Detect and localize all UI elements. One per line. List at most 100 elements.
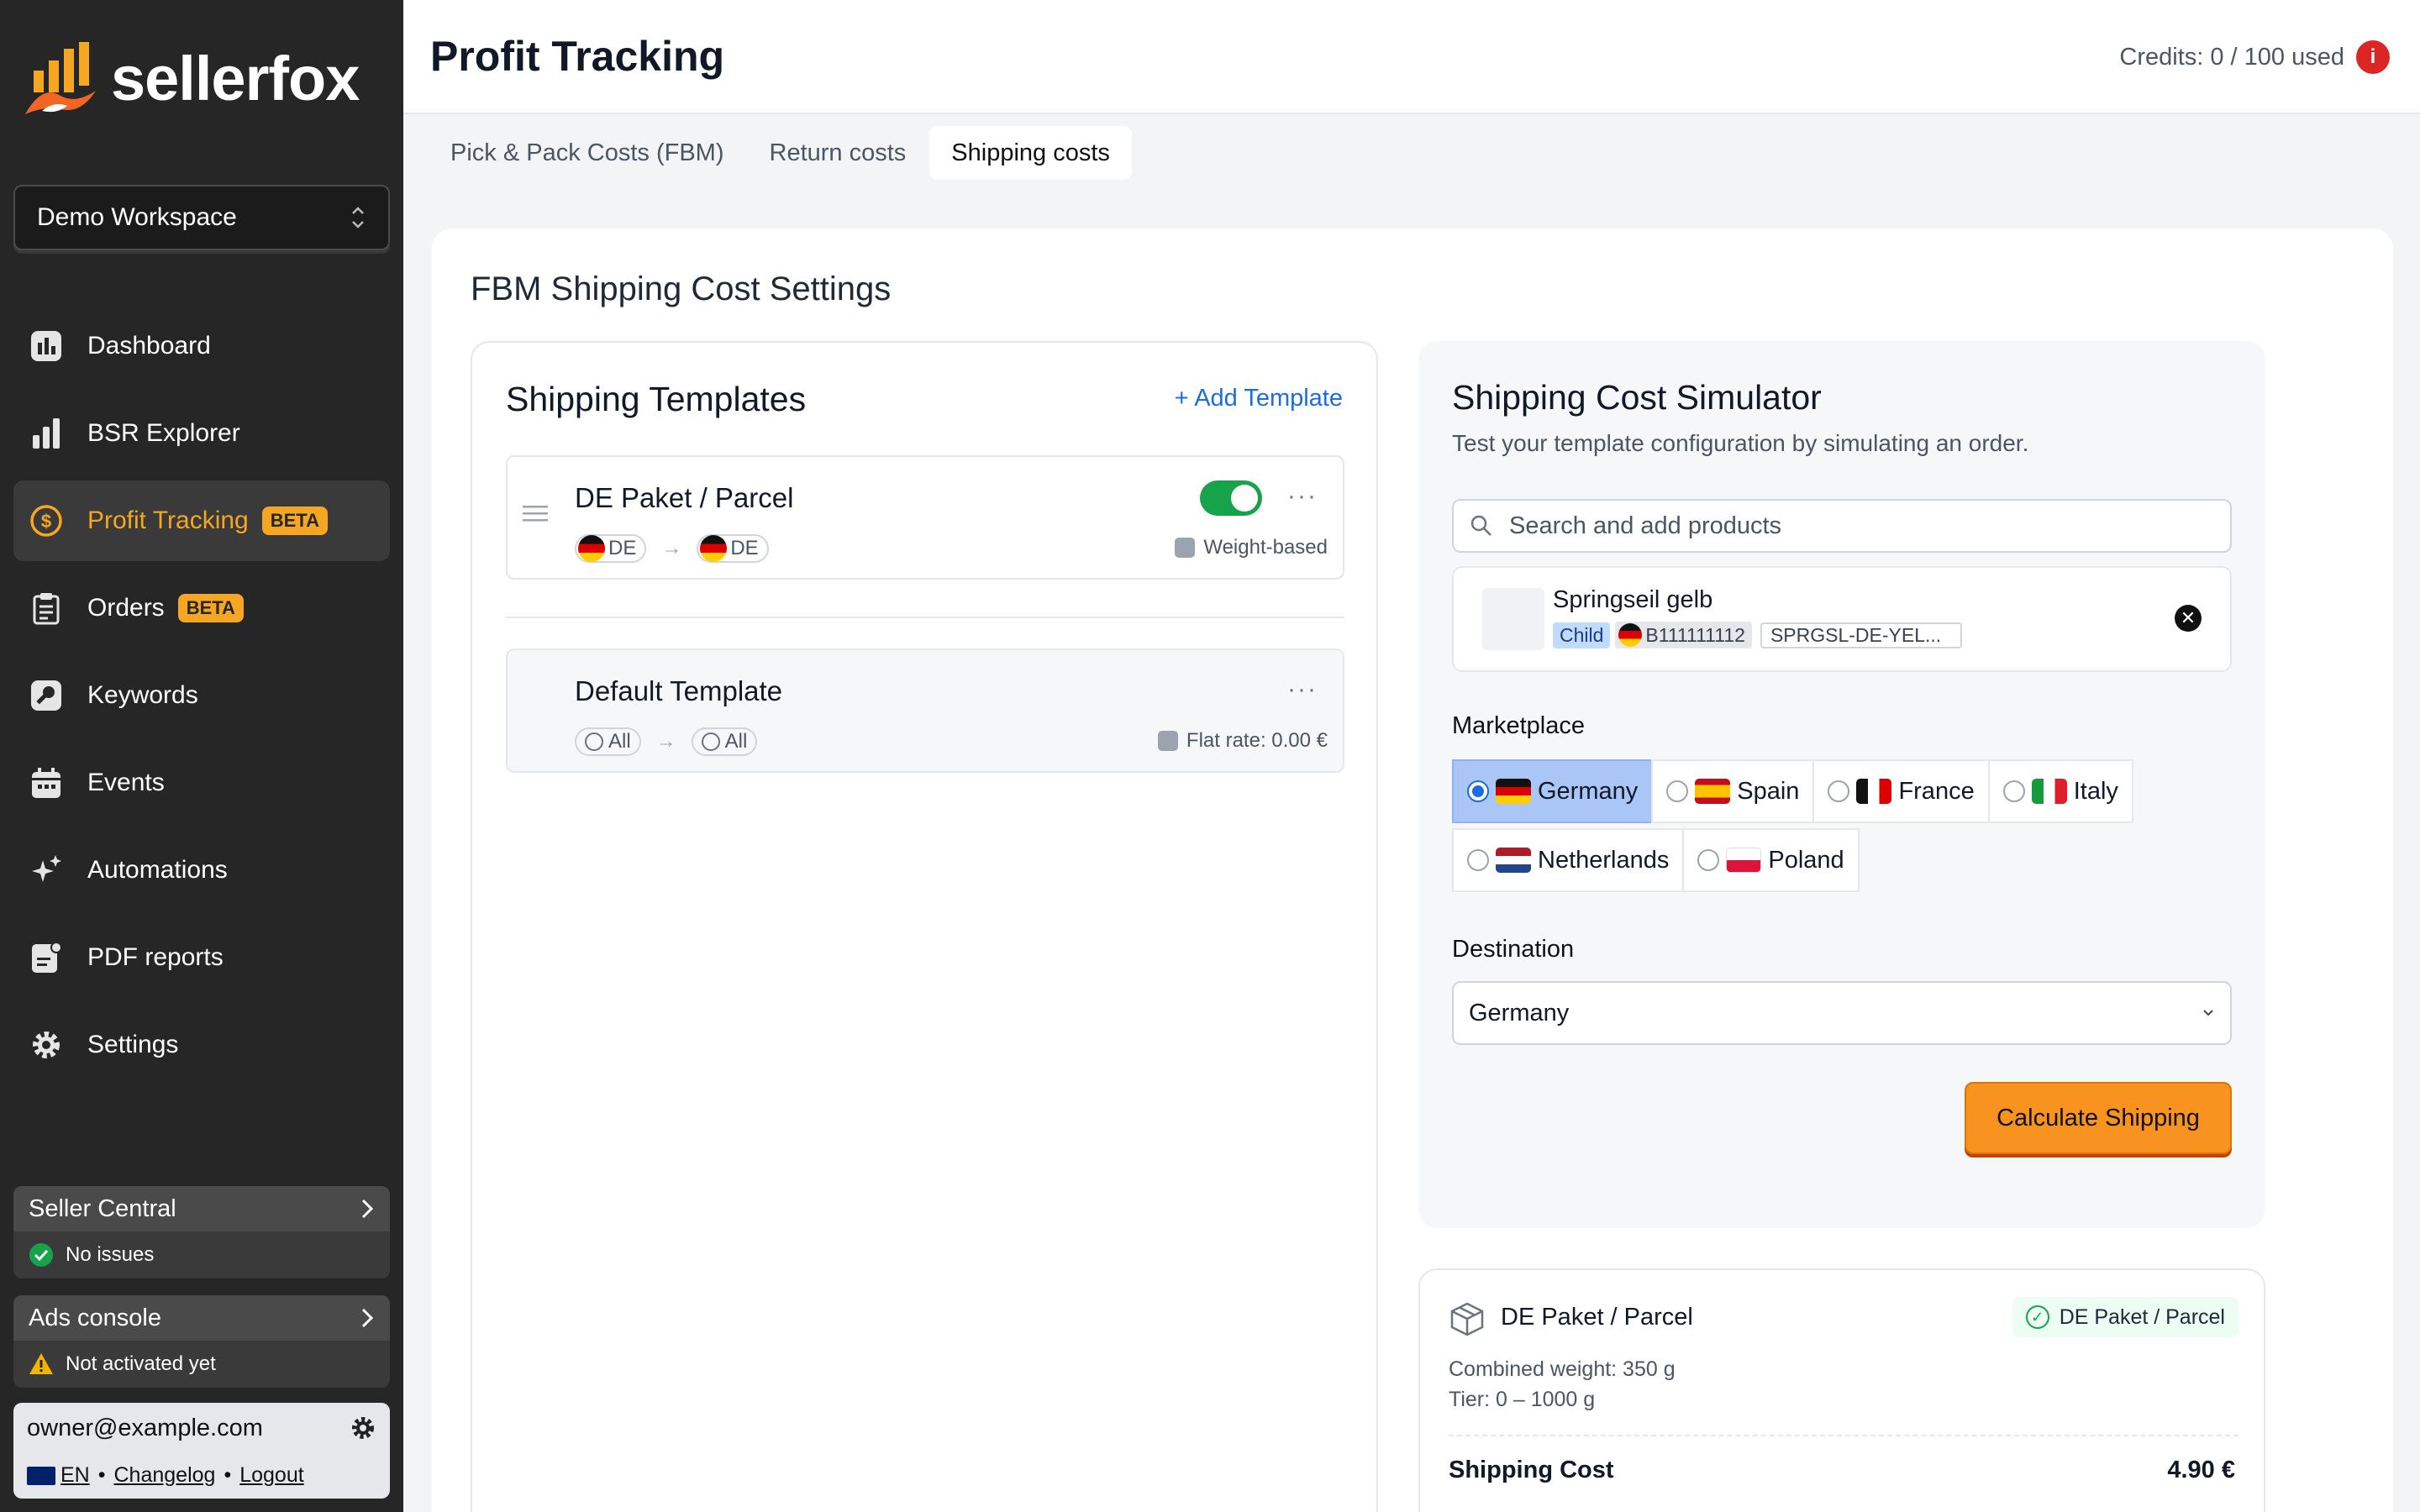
result-template-name: DE Paket / Parcel bbox=[1501, 1304, 1693, 1331]
marketplace-option-germany[interactable]: Germany bbox=[1452, 759, 1654, 823]
sidebar-item-bsr-explorer[interactable]: BSR Explorer bbox=[13, 393, 390, 474]
marketplace-option-poland[interactable]: Poland bbox=[1682, 828, 1860, 892]
selected-product: Springseil gelb Child B111111112 SPRGSL-… bbox=[1452, 566, 2232, 672]
dashboard-icon bbox=[29, 328, 64, 364]
ads-console-status-text: Not activated yet bbox=[66, 1352, 216, 1375]
check-circle-icon: ✓ bbox=[2025, 1305, 2049, 1329]
marketplace-label: Marketplace bbox=[1452, 712, 1585, 739]
tab-return-costs[interactable]: Return costs bbox=[748, 126, 929, 180]
tab-bar: Pick & Pack Costs (FBM) Return costs Shi… bbox=[429, 126, 1134, 180]
marketplace-name: Netherlands bbox=[1538, 846, 1670, 874]
sidebar-item-pdf-reports[interactable]: PDF reports bbox=[13, 917, 390, 998]
dollar-circle-icon: $ bbox=[29, 503, 64, 538]
workspace-selector[interactable]: Demo Workspace bbox=[13, 185, 390, 250]
calendar-icon bbox=[29, 765, 64, 801]
marketplace-options: Germany Spain France Italy Netherlands P… bbox=[1452, 759, 2232, 897]
sidebar-item-label: BSR Explorer bbox=[87, 419, 240, 447]
radio-icon bbox=[2002, 780, 2025, 802]
arrow-right-icon: → bbox=[655, 730, 676, 753]
tab-shipping-costs[interactable]: Shipping costs bbox=[929, 126, 1132, 180]
destination-pill: All bbox=[691, 727, 758, 756]
shipping-cost-simulator: Shipping Cost Simulator Test your templa… bbox=[1418, 341, 2265, 1228]
search-icon bbox=[1470, 515, 1491, 536]
product-thumbnail bbox=[1482, 588, 1544, 650]
credits-indicator: Credits: 0 / 100 used i bbox=[2119, 40, 2390, 74]
sidebar-item-label: PDF reports bbox=[87, 943, 224, 971]
seller-central-status: No issues bbox=[13, 1231, 390, 1278]
marketplace-name: Germany bbox=[1538, 777, 1639, 805]
sidebar-item-dashboard[interactable]: Dashboard bbox=[13, 306, 390, 386]
search-placeholder: Search and add products bbox=[1509, 512, 1782, 539]
simulator-subtitle: Test your template configuration by simu… bbox=[1452, 430, 2029, 456]
sidebar-item-profit-tracking[interactable]: $ Profit Tracking BETA bbox=[13, 480, 390, 561]
product-search-input[interactable]: Search and add products bbox=[1452, 499, 2232, 553]
sidebar-nav: Dashboard BSR Explorer $ Profit Tracking… bbox=[13, 306, 390, 1092]
sidebar-item-orders[interactable]: Orders BETA bbox=[13, 568, 390, 648]
more-options-icon[interactable]: ··· bbox=[1287, 482, 1318, 511]
sidebar-item-automations[interactable]: Automations bbox=[13, 830, 390, 911]
money-icon bbox=[1157, 731, 1178, 751]
sidebar: sellerfox Demo Workspace Dashboard BSR E… bbox=[0, 0, 403, 1512]
template-route: DE → DE bbox=[575, 534, 769, 563]
destination-code: DE bbox=[730, 537, 759, 559]
chevron-right-icon bbox=[361, 1308, 374, 1328]
section-title: FBM Shipping Cost Settings bbox=[471, 270, 892, 307]
info-icon[interactable]: i bbox=[2356, 40, 2390, 74]
seller-central-card[interactable]: Seller Central No issues bbox=[13, 1186, 390, 1278]
destination-select[interactable]: Germany bbox=[1452, 981, 2232, 1045]
calculate-shipping-button[interactable]: Calculate Shipping bbox=[1965, 1082, 2232, 1154]
beta-badge: BETA bbox=[261, 507, 328, 535]
netherlands-flag-icon bbox=[1496, 848, 1531, 873]
template-type: Flat rate: 0.00 € bbox=[1157, 729, 1328, 753]
shipping-templates-card: Shipping Templates + Add Template DE Pak… bbox=[471, 341, 1378, 1512]
template-item[interactable]: DE Paket / Parcel ··· DE → DE Weight-bas… bbox=[506, 455, 1344, 580]
svg-text:$: $ bbox=[41, 511, 51, 532]
marketplace-option-netherlands[interactable]: Netherlands bbox=[1452, 828, 1685, 892]
ads-console-header[interactable]: Ads console bbox=[13, 1295, 390, 1341]
ads-console-card[interactable]: Ads console Not activated yet bbox=[13, 1295, 390, 1388]
more-options-icon[interactable]: ··· bbox=[1287, 675, 1318, 704]
radio-icon bbox=[1467, 849, 1489, 871]
tab-pick-pack-costs[interactable]: Pick & Pack Costs (FBM) bbox=[429, 126, 746, 180]
seller-central-header[interactable]: Seller Central bbox=[13, 1186, 390, 1231]
sidebar-item-label: Dashboard bbox=[87, 332, 211, 360]
gear-icon[interactable] bbox=[350, 1415, 376, 1441]
separator: • bbox=[97, 1463, 106, 1487]
variant-badge: Child bbox=[1553, 622, 1611, 648]
drag-handle-icon[interactable] bbox=[523, 504, 548, 524]
asin-value: B111111112 bbox=[1645, 623, 1745, 646]
template-item-default[interactable]: Default Template ··· All → All Flat rate… bbox=[506, 648, 1344, 773]
origin-code: All bbox=[608, 730, 631, 753]
sidebar-item-keywords[interactable]: Keywords bbox=[13, 655, 390, 736]
page-title: Profit Tracking bbox=[430, 33, 725, 80]
origin-pill: DE bbox=[575, 534, 647, 563]
logout-link[interactable]: Logout bbox=[239, 1463, 303, 1488]
remove-product-icon[interactable]: ✕ bbox=[2175, 605, 2202, 632]
template-enabled-toggle[interactable] bbox=[1200, 480, 1262, 516]
marketplace-option-spain[interactable]: Spain bbox=[1651, 759, 1815, 823]
marketplace-name: Italy bbox=[2073, 777, 2118, 805]
changelog-link[interactable]: Changelog bbox=[114, 1463, 216, 1488]
sidebar-item-settings[interactable]: Settings bbox=[13, 1005, 390, 1085]
user-email: owner@example.com bbox=[27, 1415, 263, 1441]
sidebar-item-events[interactable]: Events bbox=[13, 743, 390, 823]
scale-icon bbox=[1175, 538, 1196, 558]
origin-pill: All bbox=[575, 727, 641, 756]
origin-code: DE bbox=[608, 537, 637, 559]
radio-icon bbox=[1828, 780, 1850, 802]
marketplace-option-france[interactable]: France bbox=[1812, 759, 1990, 823]
templates-title: Shipping Templates bbox=[506, 380, 807, 418]
divider bbox=[506, 617, 1344, 618]
add-template-button[interactable]: + Add Template bbox=[1175, 385, 1343, 412]
language-link[interactable]: EN bbox=[60, 1463, 90, 1488]
marketplace-option-italy[interactable]: Italy bbox=[1987, 759, 2133, 823]
logo[interactable]: sellerfox bbox=[25, 42, 360, 116]
shipping-cost-value: 4.90 € bbox=[2167, 1457, 2235, 1483]
gear-icon bbox=[29, 1027, 64, 1063]
shipping-result-card: DE Paket / Parcel ✓ DE Paket / Parcel Co… bbox=[1418, 1268, 2265, 1512]
fox-logo-icon bbox=[25, 42, 96, 114]
marketplace-name: France bbox=[1898, 777, 1975, 805]
seller-central-status-text: No issues bbox=[66, 1243, 155, 1266]
template-name: Default Template bbox=[575, 675, 783, 706]
template-name: DE Paket / Parcel bbox=[575, 482, 794, 513]
